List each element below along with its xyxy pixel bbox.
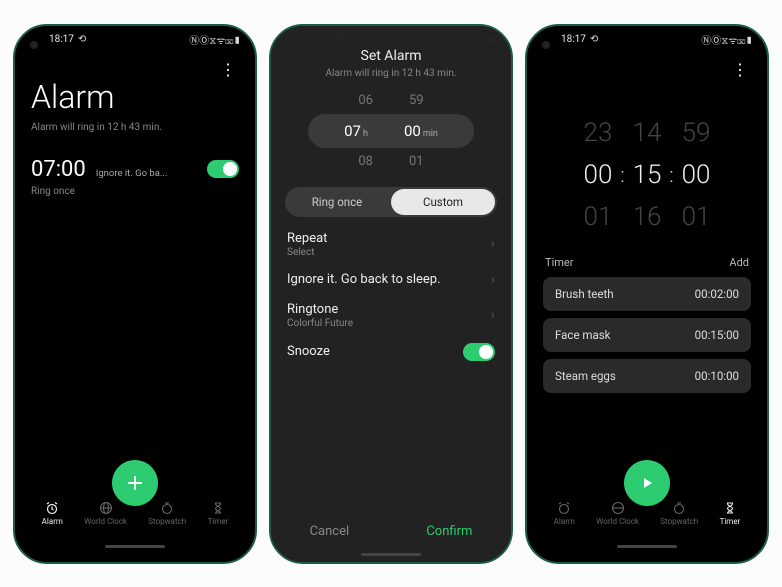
status-time: 18:17: [561, 34, 586, 45]
chevron-right-icon: ›: [491, 236, 495, 252]
nav-world-clock[interactable]: World Clock: [596, 501, 639, 526]
snooze-row: Snooze: [287, 343, 495, 361]
start-timer-button[interactable]: [624, 460, 670, 506]
alarm-icon: [45, 501, 59, 515]
nav-timer[interactable]: Timer: [720, 501, 741, 526]
add-alarm-button[interactable]: [112, 460, 158, 506]
status-bar: 18:17 ⟲ ⓃⓄ⧖ᯤ⌧▮: [527, 26, 767, 54]
phone-alarm-list: 18:17 ⟲ ⓃⓄ⧖ᯤ⌧▮ Alarm Alarm will ring in 1…: [13, 24, 257, 564]
nav-stopwatch[interactable]: Stopwatch: [148, 501, 186, 526]
alarm-toggle[interactable]: [207, 160, 239, 178]
phone-set-alarm: 18:17⟲ ⓃⓄ⧖ᯤ⌧▮ Set Alarm Alarm will ring …: [269, 24, 513, 564]
status-right-icons: ⓃⓄ⧖ᯤ⌧▮: [189, 32, 241, 47]
timer-preset[interactable]: Brush teeth00:02:00: [543, 277, 751, 311]
nav-world-clock[interactable]: World Clock: [84, 501, 127, 526]
stopwatch-icon: [160, 501, 174, 515]
timer-section-label: Timer: [545, 256, 573, 269]
nav-timer[interactable]: Timer: [208, 501, 229, 526]
status-cast-icon: ⟲: [78, 34, 86, 45]
chevron-right-icon: ›: [491, 272, 495, 288]
globe-icon: [611, 501, 625, 515]
add-timer-button[interactable]: Add: [729, 256, 749, 269]
sheet-subtitle: Alarm will ring in 12 h 43 min.: [271, 68, 511, 79]
segment-custom[interactable]: Custom: [391, 189, 495, 215]
confirm-button[interactable]: Confirm: [426, 524, 472, 539]
globe-icon: [99, 501, 113, 515]
repeat-row[interactable]: RepeatSelect ›: [287, 231, 495, 258]
time-picker[interactable]: 0659 07h 00min 0801: [271, 93, 511, 169]
alarm-icon: [557, 501, 571, 515]
alarm-label: Ignore it. Go ba...: [96, 168, 168, 179]
plus-icon: [125, 473, 145, 493]
repeat-mode-segment: Ring once Custom: [285, 187, 497, 217]
home-indicator: [105, 545, 165, 548]
home-indicator: [361, 553, 421, 556]
play-icon: [639, 475, 655, 491]
hourglass-icon: [211, 501, 225, 515]
alarm-row[interactable]: 07:00 Ignore it. Go ba...: [31, 157, 239, 182]
phone-timer: 18:17 ⟲ ⓃⓄ⧖ᯤ⌧▮ ⋮ 23 00 01 : 14 15 16 : 59…: [525, 24, 769, 564]
alarm-repeat: Ring once: [31, 186, 239, 197]
sheet-title: Set Alarm: [271, 48, 511, 64]
alarm-time: 07:00: [31, 157, 86, 182]
segment-ring-once[interactable]: Ring once: [285, 187, 389, 217]
stopwatch-icon: [672, 501, 686, 515]
status-right-icons: ⓃⓄ⧖ᯤ⌧▮: [701, 32, 753, 47]
page-title: Alarm: [31, 78, 162, 116]
nav-alarm[interactable]: Alarm: [42, 501, 63, 526]
status-time: 18:17: [49, 34, 74, 45]
timer-preset[interactable]: Steam eggs00:10:00: [543, 359, 751, 393]
colon-separator: :: [620, 163, 624, 187]
timer-preset-list: Brush teeth00:02:00 Face mask00:15:00 St…: [543, 277, 751, 393]
status-cast-icon: ⟲: [590, 34, 598, 45]
timer-preset[interactable]: Face mask00:15:00: [543, 318, 751, 352]
next-alarm-hint: Alarm will ring in 12 h 43 min.: [31, 122, 162, 133]
nav-stopwatch[interactable]: Stopwatch: [660, 501, 698, 526]
action-row: Cancel Confirm: [271, 510, 511, 549]
colon-separator: :: [669, 163, 673, 187]
chevron-right-icon: ›: [491, 307, 495, 323]
ringtone-row[interactable]: RingtoneColorful Future ›: [287, 302, 495, 329]
more-menu-icon[interactable]: ⋮: [218, 58, 239, 82]
status-bar: 18:17 ⟲ ⓃⓄ⧖ᯤ⌧▮: [15, 26, 255, 54]
alarm-name-row[interactable]: Ignore it. Go back to sleep. ›: [287, 272, 495, 288]
nav-alarm[interactable]: Alarm: [554, 501, 575, 526]
more-menu-icon[interactable]: ⋮: [730, 58, 751, 82]
home-indicator: [617, 545, 677, 548]
snooze-toggle[interactable]: [463, 343, 495, 361]
cancel-button[interactable]: Cancel: [310, 524, 350, 539]
duration-picker[interactable]: 23 00 01 : 14 15 16 : 59 00 01: [543, 118, 751, 232]
hourglass-icon: [723, 501, 737, 515]
time-picker-selected: 07h 00min: [308, 114, 474, 148]
